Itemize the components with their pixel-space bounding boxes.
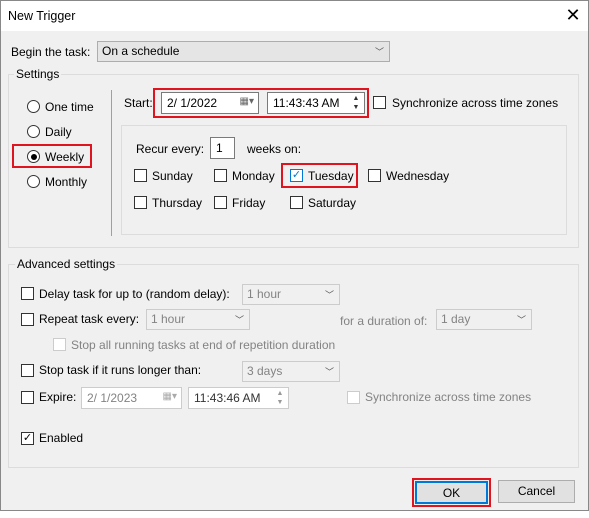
duration-select[interactable]: 1 day ﹀: [436, 309, 532, 330]
repeat-checkbox[interactable]: [21, 313, 34, 326]
day-label: Sunday: [152, 169, 193, 183]
duration-value: 1 day: [441, 312, 471, 326]
sync-label: Synchronize across time zones: [392, 96, 559, 110]
repeat-value: 1 hour: [151, 312, 186, 326]
weeks-on-label: weeks on:: [247, 142, 302, 156]
expire-date-picker[interactable]: 2/ 1/2023 ▦▾: [81, 387, 182, 409]
expire-time-input[interactable]: 11:43:46 AM ▲ ▼: [188, 387, 289, 409]
day-label: Monday: [232, 169, 275, 183]
expire-date-value: 2/ 1/2023: [87, 391, 138, 405]
radio-daily[interactable]: [27, 125, 40, 138]
radio-label: Daily: [45, 125, 72, 139]
delay-label: Delay task for up to (random delay):: [39, 287, 230, 301]
spinner-icon[interactable]: ▲ ▼: [274, 389, 286, 407]
day-label: Saturday: [308, 196, 357, 210]
day-label: Wednesday: [386, 169, 450, 183]
expire-time-value: 11:43:46 AM: [194, 391, 261, 405]
divider: [111, 90, 112, 236]
advanced-label: Advanced settings: [15, 257, 118, 271]
highlight-box: [12, 144, 92, 168]
stop-all-label: Stop all running tasks at end of repetit…: [71, 338, 336, 352]
day-label: Thursday: [152, 196, 203, 210]
expire-label: Expire:: [39, 390, 77, 404]
delay-checkbox[interactable]: [21, 287, 34, 300]
highlight-box: [412, 478, 491, 507]
repeat-label: Repeat task every:: [39, 312, 140, 326]
checkbox-wednesday[interactable]: [368, 169, 381, 182]
stop-task-label: Stop task if it runs longer than:: [39, 363, 202, 377]
start-label: Start:: [124, 96, 153, 110]
chevron-down-icon: ﹀: [516, 315, 526, 325]
duration-label: for a duration of:: [340, 314, 428, 328]
day-label: Friday: [232, 196, 266, 210]
checkbox-friday[interactable]: [214, 196, 227, 209]
checkbox-sunday[interactable]: [134, 169, 147, 182]
chevron-down-icon: ﹀: [374, 47, 384, 57]
checkbox-thursday[interactable]: [134, 196, 147, 209]
close-icon[interactable]: ✕: [561, 3, 585, 27]
cancel-button[interactable]: Cancel: [498, 480, 575, 503]
stop-task-value: 3 days: [247, 364, 283, 378]
stop-all-checkbox[interactable]: [53, 338, 66, 351]
calendar-icon[interactable]: ▦▾: [163, 391, 177, 402]
enabled-label: Enabled: [39, 431, 84, 445]
chevron-down-icon: ﹀: [324, 367, 334, 377]
repeat-select[interactable]: 1 hour ﹀: [146, 309, 250, 330]
stop-task-select[interactable]: 3 days ﹀: [242, 361, 340, 382]
expire-sync-checkbox[interactable]: [347, 391, 360, 404]
new-trigger-dialog: New Trigger ✕ Begin the task: On a sched…: [0, 0, 589, 511]
window-title: New Trigger: [8, 9, 76, 23]
sync-checkbox[interactable]: [373, 96, 386, 109]
radio-one-time[interactable]: [27, 100, 40, 113]
chevron-down-icon: ﹀: [324, 290, 334, 300]
begin-task-value: On a schedule: [102, 44, 180, 58]
begin-task-select[interactable]: On a schedule ﹀: [97, 41, 390, 62]
radio-monthly[interactable]: [27, 175, 40, 188]
radio-label: Monthly: [45, 175, 88, 189]
delay-select[interactable]: 1 hour ﹀: [242, 284, 340, 305]
checkbox-saturday[interactable]: [290, 196, 303, 209]
highlight-box: [281, 163, 358, 188]
recur-input[interactable]: 1: [210, 137, 235, 159]
enabled-checkbox[interactable]: ✓: [21, 432, 34, 445]
expire-checkbox[interactable]: [21, 391, 34, 404]
checkbox-monday[interactable]: [214, 169, 227, 182]
title-bar: New Trigger ✕: [1, 1, 588, 31]
settings-label: Settings: [14, 67, 62, 81]
recur-value: 1: [216, 141, 223, 155]
expire-sync-label: Synchronize across time zones: [365, 390, 532, 404]
highlight-box: [153, 88, 369, 118]
recur-label: Recur every:: [136, 142, 205, 156]
delay-value: 1 hour: [247, 287, 282, 301]
begin-task-label: Begin the task:: [11, 45, 91, 59]
radio-label: One time: [45, 100, 94, 114]
chevron-down-icon: ﹀: [234, 315, 244, 325]
stop-task-checkbox[interactable]: [21, 364, 34, 377]
